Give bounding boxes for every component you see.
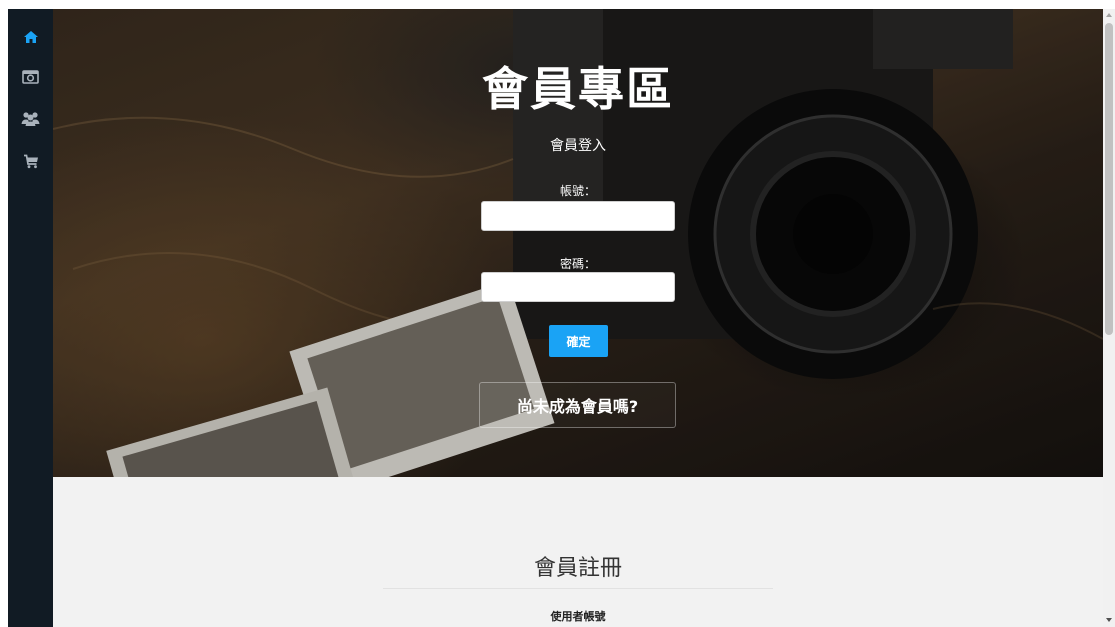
cart-icon: [23, 154, 39, 169]
register-prompt-button[interactable]: 尚未成為會員嗎?: [479, 382, 676, 428]
sidebar-item-camera[interactable]: [8, 58, 53, 94]
register-section: 會員註冊 使用者帳號: [53, 477, 1103, 627]
scroll-up-icon[interactable]: [1105, 10, 1113, 20]
users-icon: [21, 111, 40, 126]
username-label: 使用者帳號: [550, 610, 606, 623]
account-label: 帳號：: [559, 184, 596, 198]
sidebar: [8, 9, 53, 627]
scroll-thumb[interactable]: [1105, 23, 1113, 335]
camera-icon: [22, 69, 39, 84]
account-input[interactable]: [481, 201, 675, 231]
password-label: 密碼：: [559, 257, 596, 271]
page: 會員專區 會員登入 帳號： 密碼： 確定 尚未成為會員嗎? 會員註冊 使用者帳號: [0, 0, 1115, 627]
vertical-scrollbar[interactable]: [1103, 9, 1115, 627]
sidebar-item-cart[interactable]: [8, 143, 53, 179]
hero-login-section: 會員專區 會員登入 帳號： 密碼： 確定 尚未成為會員嗎?: [53, 9, 1103, 477]
sidebar-item-home[interactable]: [8, 19, 53, 55]
password-input[interactable]: [481, 272, 675, 302]
register-prompt-label: 尚未成為會員嗎?: [516, 397, 639, 416]
register-divider: [383, 588, 773, 589]
login-heading: 會員登入: [550, 138, 606, 154]
login-form: 會員專區 會員登入 帳號： 密碼： 確定 尚未成為會員嗎?: [53, 9, 1103, 477]
scroll-down-icon[interactable]: [1105, 615, 1113, 625]
confirm-button[interactable]: 確定: [549, 325, 608, 357]
home-icon: [23, 30, 39, 44]
sidebar-item-members[interactable]: [8, 100, 53, 136]
register-title: 會員註冊: [533, 556, 622, 581]
page-title: 會員專區: [482, 62, 674, 116]
